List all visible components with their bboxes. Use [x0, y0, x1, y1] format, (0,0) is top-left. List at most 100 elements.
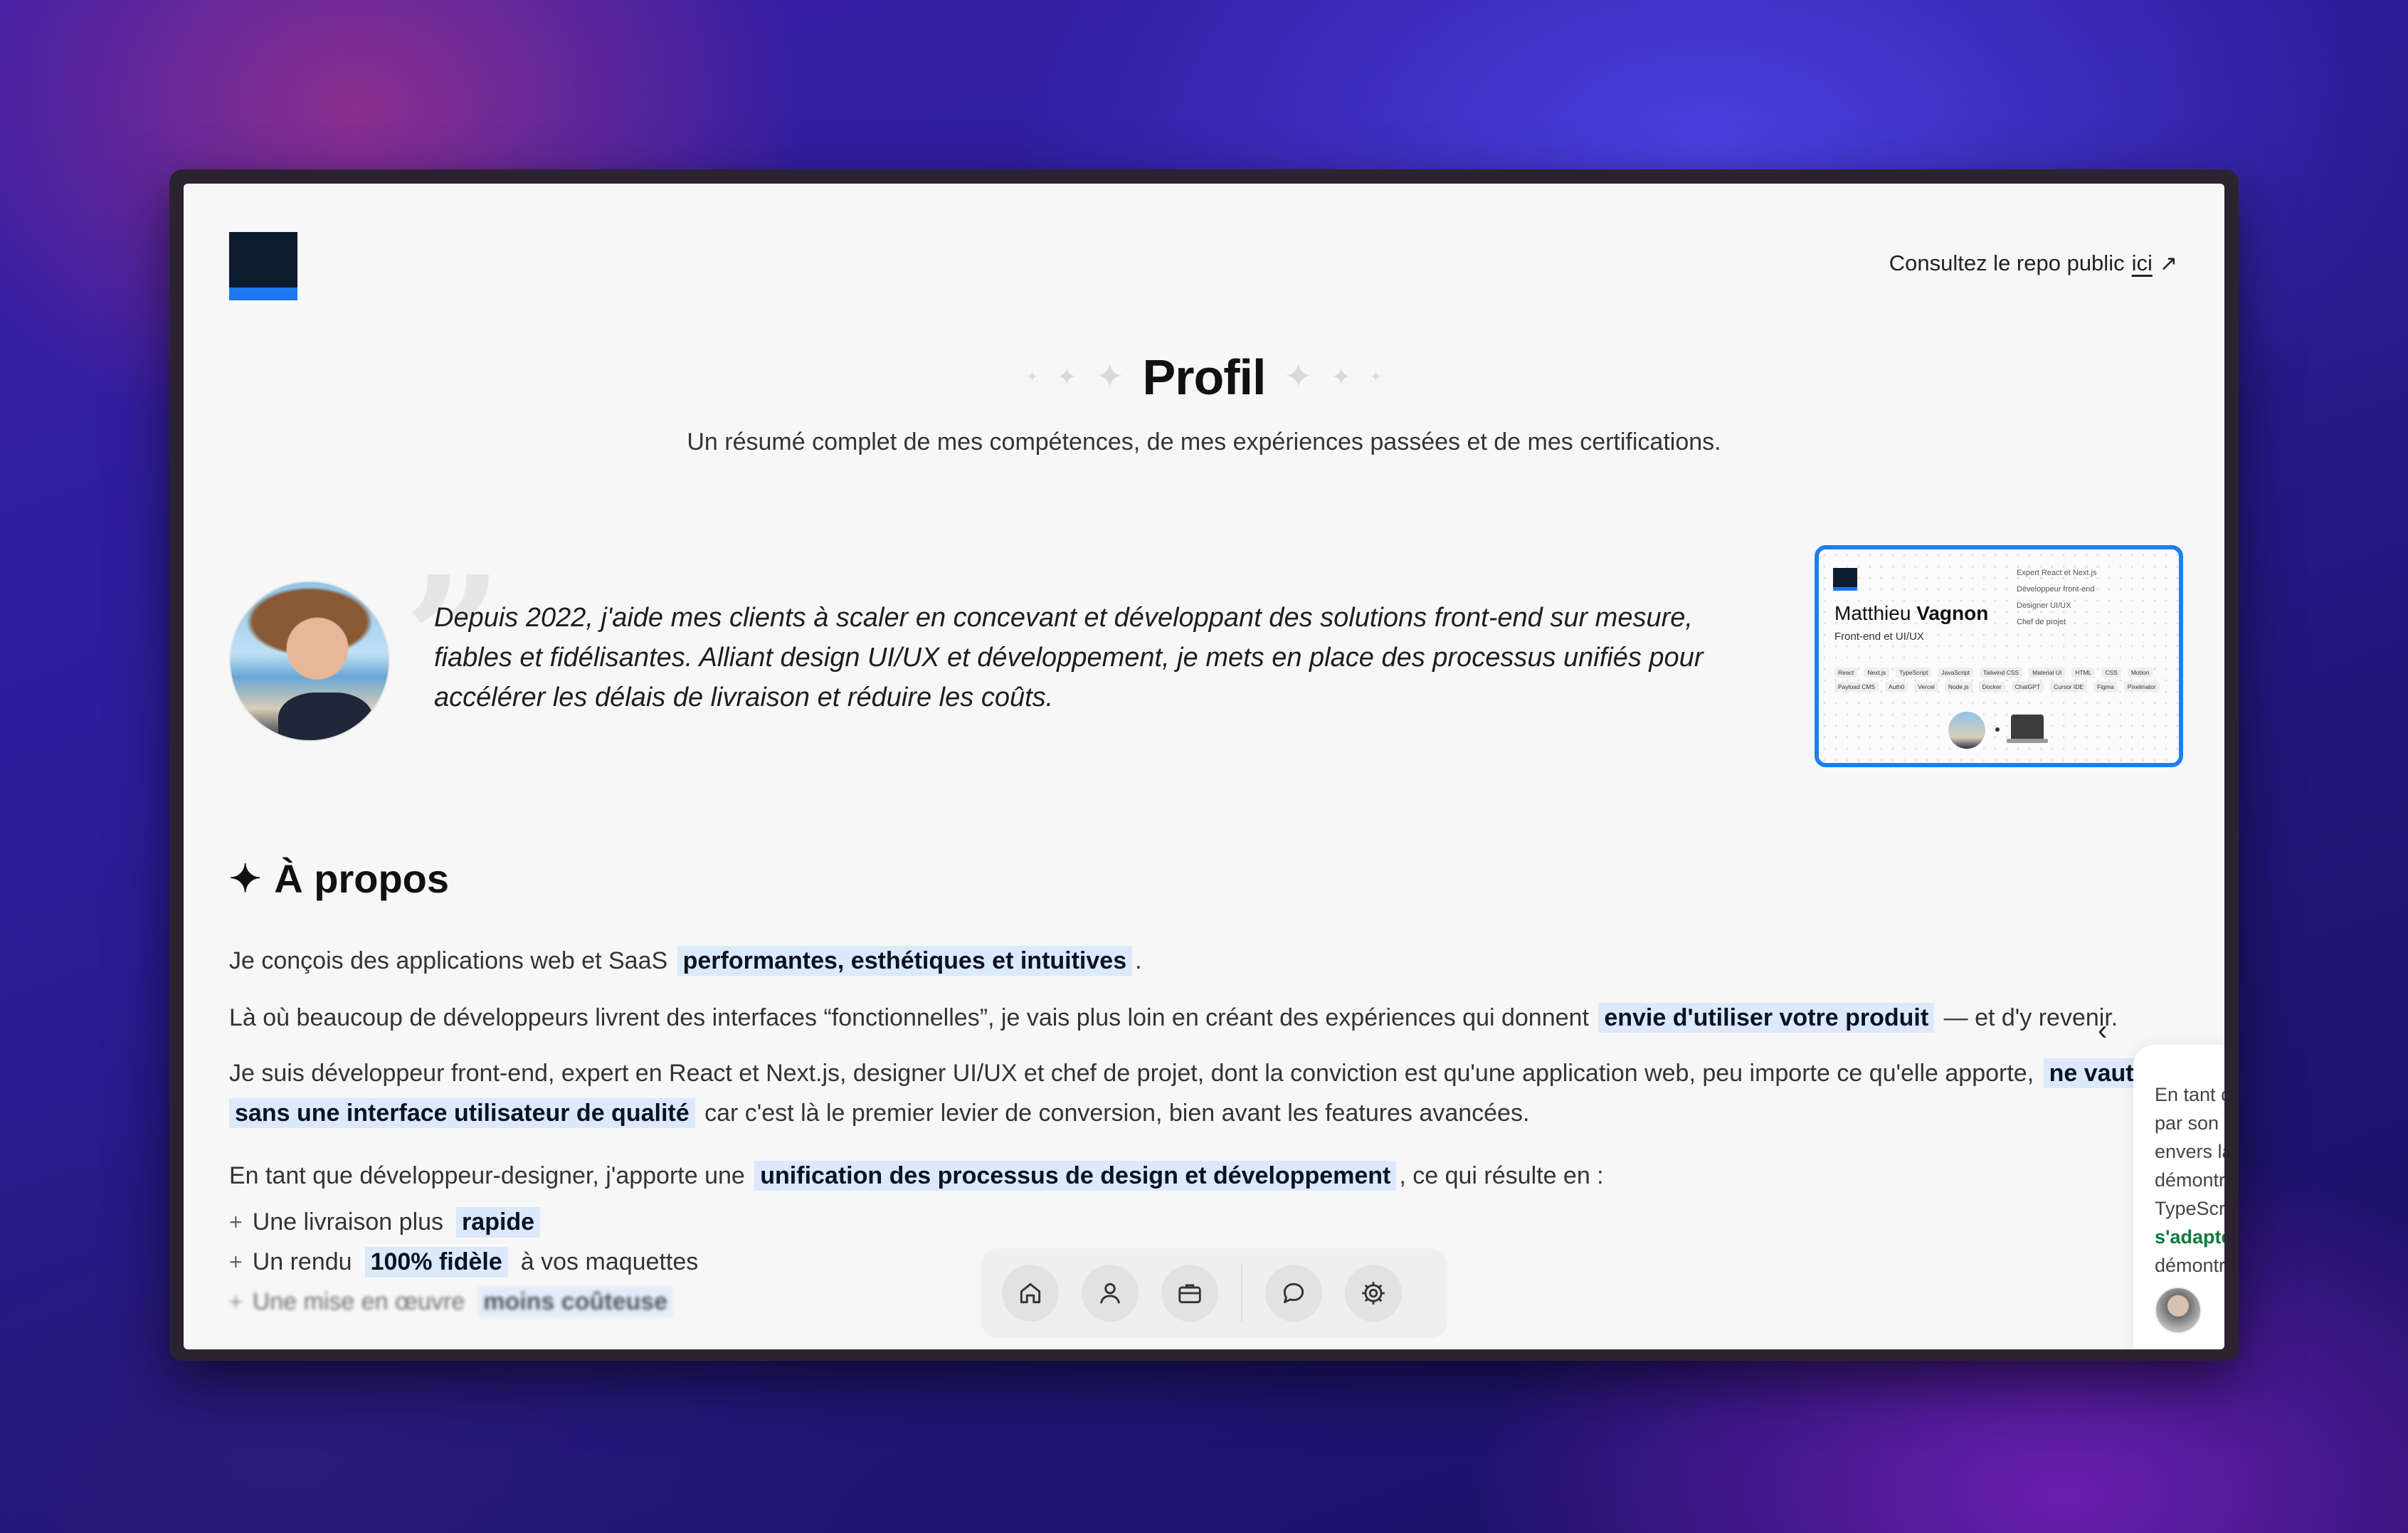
text: Je conçois des applications web et SaaS: [229, 947, 668, 974]
plus-icon: +: [229, 1249, 243, 1275]
card-tag: Cursor IDE: [2050, 682, 2088, 692]
text: envers la: [2155, 1141, 2224, 1162]
text: car c'est là le premier levier de conver…: [704, 1100, 1530, 1127]
page-title-row: ✦ ✦ ✦ Profil ✦ ✦ ✦: [184, 349, 2224, 406]
browser-window: Consultez le repo public ici ↗ ✦ ✦ ✦ Pro…: [184, 184, 2224, 1349]
about-title: À propos: [274, 856, 450, 901]
highlight: 100% fidèle: [364, 1247, 508, 1278]
contact-button[interactable]: [1265, 1265, 1322, 1322]
settings-icon: [1362, 1282, 1385, 1305]
text: démontr: [2155, 1169, 2224, 1191]
sparkle-icon: ✦: [1331, 364, 1352, 391]
text: Un rendu: [252, 1248, 352, 1275]
plus-icon: +: [229, 1209, 243, 1235]
chat-icon: [1283, 1282, 1304, 1304]
card-first-name: Matthieu: [1834, 602, 1911, 624]
briefcase-icon: [1178, 1284, 1201, 1304]
sparkle-icon: ✦: [1284, 358, 1313, 396]
card-tag: Material UI: [2029, 668, 2066, 678]
card-tag: Pixelmator: [2123, 682, 2160, 692]
sparkle-icon: ✦: [1056, 364, 1077, 391]
text: Une livraison plus: [252, 1208, 444, 1236]
highlight: moins coûteuse: [477, 1287, 674, 1317]
repo-link-area: Consultez le repo public ici ↗: [1889, 251, 2177, 276]
card-tags: React Next.js TypeScript JavaScript Tail…: [1834, 668, 2169, 692]
text: , ce qui résulte en :: [1399, 1162, 1604, 1189]
highlight: rapide: [456, 1207, 541, 1238]
card-tag: JavaScript: [1938, 668, 1974, 678]
about-paragraph-1: Je conçois des applications web et SaaS …: [229, 941, 1142, 981]
repo-link[interactable]: ici: [2132, 251, 2153, 276]
portfolio-button[interactable]: [1161, 1265, 1218, 1322]
card-tag: Motion: [2127, 668, 2153, 678]
laptop-icon: [2007, 715, 2048, 743]
repo-text: Consultez le repo public: [1889, 251, 2125, 275]
text: En tant c: [2155, 1084, 2224, 1105]
external-link-icon: ↗: [2159, 251, 2177, 275]
about-heading: ✦ À propos: [229, 855, 449, 902]
text: par son: [2155, 1112, 2219, 1134]
text: TypeScr: [2155, 1198, 2224, 1219]
profile-button[interactable]: [1082, 1265, 1139, 1322]
text: Là où beaucoup de développeurs livrent d…: [229, 1004, 1589, 1031]
card-tag: HTML: [2071, 668, 2096, 678]
card-tag: Docker: [1978, 682, 2005, 692]
testimonial-text: En tant c par son envers la démontr Type…: [2155, 1080, 2224, 1280]
highlight: unification des processus de design et d…: [754, 1161, 1397, 1191]
profile-card[interactable]: Matthieu Vagnon Front-end et UI/UX Exper…: [1815, 545, 2183, 767]
about-paragraph-3: Je suis développeur front-end, expert en…: [229, 1053, 2214, 1133]
highlight: envie d'utiliser votre produit: [1598, 1003, 1935, 1033]
card-titles: Expert React et Next.js Développeur fron…: [2017, 565, 2097, 631]
profile-icon: [1099, 1282, 1121, 1304]
profile-avatar: [229, 581, 390, 742]
page-title: Profil: [1142, 349, 1267, 405]
text: — et d'y revenir.: [1943, 1004, 2118, 1031]
card-title-item: Designer UI/UX: [2017, 601, 2071, 610]
card-tag: TypeScript: [1896, 668, 1932, 678]
settings-button[interactable]: [1345, 1265, 1402, 1322]
card-title-item: Développeur front-end: [2017, 585, 2095, 594]
plus-icon: +: [229, 1289, 243, 1315]
card-tag: ChatGPT: [2011, 682, 2044, 692]
chevron-left-icon[interactable]: ‹: [2098, 1015, 2107, 1047]
sparkle-icon: ✦: [229, 858, 262, 900]
card-tag: React: [1834, 668, 1858, 678]
home-icon: [1020, 1282, 1041, 1304]
dock-divider: [1241, 1265, 1242, 1322]
text: Je suis développeur front-end, expert en…: [229, 1060, 2034, 1087]
bottom-dock: [981, 1248, 1447, 1338]
about-paragraph-4: En tant que développeur-designer, j'appo…: [229, 1156, 1604, 1196]
card-last-name: Vagnon: [1916, 602, 1989, 624]
list-item: + Un rendu 100% fidèle à vos maquettes: [229, 1247, 698, 1278]
logo-accent-bar: [229, 288, 297, 300]
home-button[interactable]: [1002, 1265, 1059, 1322]
about-paragraph-2: Là où beaucoup de développeurs livrent d…: [229, 998, 2118, 1038]
sparkle-icon: ✦: [1095, 358, 1124, 396]
site-logo[interactable]: [229, 232, 297, 300]
card-tag: Payload CMS: [1834, 682, 1879, 692]
card-tag: Auth0: [1884, 682, 1908, 692]
card-title-item: Expert React et Next.js: [2017, 569, 2097, 577]
card-title-item: Chef de projet: [2017, 618, 2066, 626]
card-logo: [1833, 568, 1857, 591]
text: s'adapte: [2155, 1226, 2224, 1248]
card-tag: CSS: [2101, 668, 2121, 678]
list-item: + Une livraison plus rapide: [229, 1207, 543, 1238]
card-tag: Tailwind CSS: [1980, 668, 2023, 678]
list-item: + Une mise en œuvre moins coûteuse: [229, 1287, 676, 1317]
sparkle-icon: ✦: [1370, 369, 1382, 385]
page-subtitle: Un résumé complet de mes compétences, de…: [687, 428, 1721, 455]
card-dot: [1995, 727, 2000, 732]
card-avatar: [1947, 710, 1987, 750]
card-tag: Figma: [2093, 682, 2118, 692]
testimonial-avatar: [2155, 1287, 2202, 1334]
card-tag: Node.js: [1944, 682, 1973, 692]
text: .: [1135, 947, 1142, 974]
intro-quote: Depuis 2022, j'aide mes clients à scaler…: [434, 603, 1704, 712]
card-tag: Next.js: [1864, 668, 1890, 678]
testimonial-card[interactable]: En tant c par son envers la démontr Type…: [2133, 1045, 2224, 1349]
highlight: sans une interface utilisateur de qualit…: [229, 1098, 695, 1128]
text: Une mise en œuvre: [252, 1288, 465, 1315]
card-tag: Vercel: [1914, 682, 1938, 692]
card-name: Matthieu Vagnon: [1834, 602, 1988, 625]
